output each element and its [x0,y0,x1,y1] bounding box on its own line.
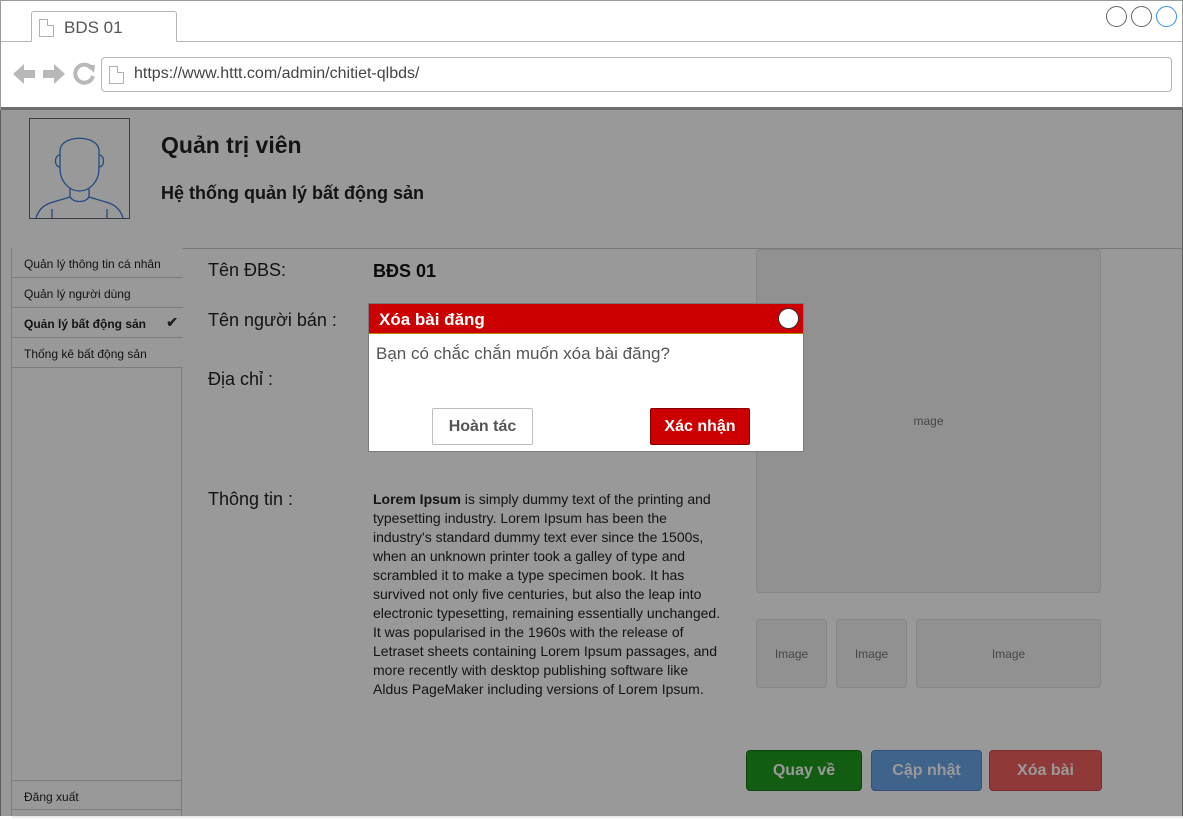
close-icon[interactable] [778,308,799,329]
modal-backdrop[interactable] [0,110,1183,821]
dialog-header: Xóa bài đăng [369,304,803,334]
url-text: https://www.httt.com/admin/chitiet-qlbds… [134,65,420,82]
page-icon [109,66,124,84]
forward-arrow-icon[interactable] [41,61,67,92]
address-bar[interactable]: https://www.httt.com/admin/chitiet-qlbds… [101,57,1172,92]
reload-icon[interactable] [71,61,97,92]
confirm-button[interactable]: Xác nhận [650,408,750,445]
browser-window: BDS 01 https://www.httt.com/admin/chitie… [0,0,1183,821]
browser-tab[interactable]: BDS 01 [31,11,177,42]
delete-confirm-dialog: Xóa bài đăng Bạn có chắc chắn muốn xóa b… [368,303,804,452]
tab-title: BDS 01 [64,18,123,37]
maximize-button[interactable] [1131,6,1152,27]
undo-button[interactable]: Hoàn tác [432,408,533,445]
close-window-button[interactable] [1156,6,1177,27]
tabstrip-divider [1,41,1183,42]
back-arrow-icon[interactable] [11,61,37,92]
page-icon [39,19,54,37]
browser-chrome: BDS 01 https://www.httt.com/admin/chitie… [0,0,1183,111]
dialog-title: Xóa bài đăng [379,310,485,329]
page-bottom-edge [0,816,1183,821]
dialog-message: Bạn có chắc chắn muốn xóa bài đăng? [376,344,670,363]
minimize-button[interactable] [1106,6,1127,27]
